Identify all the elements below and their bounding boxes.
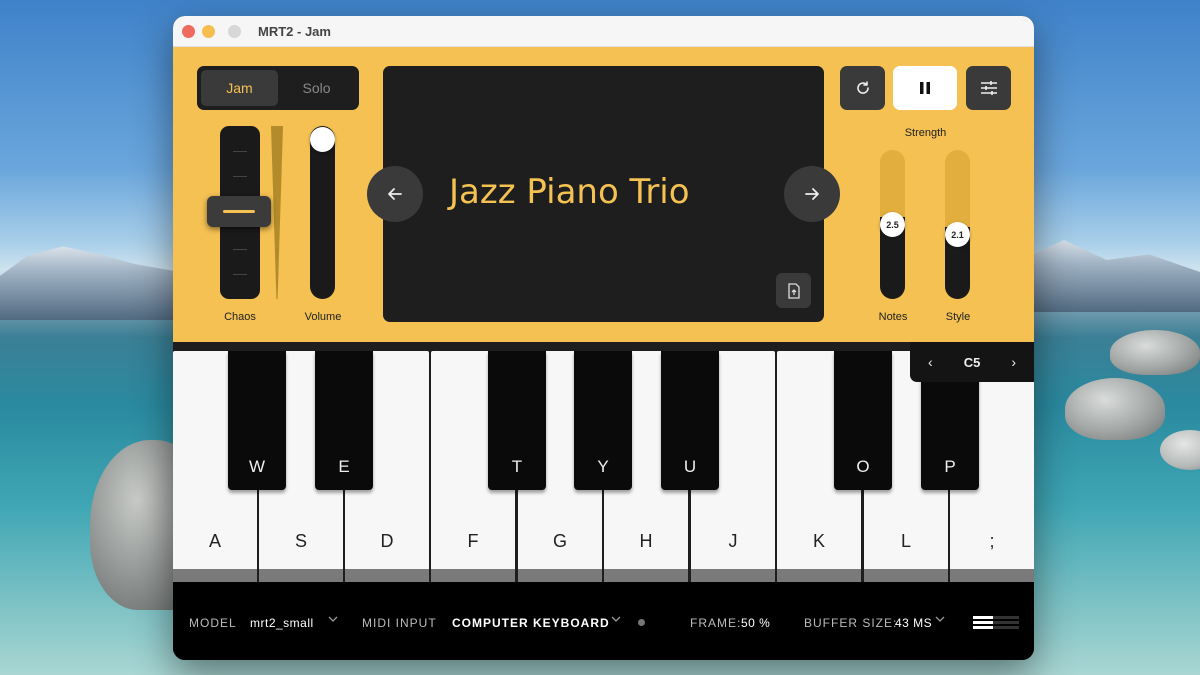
upload-file-button[interactable] bbox=[776, 273, 811, 308]
key-edge bbox=[950, 569, 1034, 582]
model-label: MODEL bbox=[189, 616, 237, 630]
key-label: K bbox=[812, 531, 825, 551]
preset-display: Jazz Piano Trio bbox=[367, 66, 840, 322]
app-window: MRT2 - Jam Jam Solo Chaos Volume Jazz Pi… bbox=[173, 16, 1034, 660]
strength-label: Strength bbox=[904, 127, 947, 139]
background-rock bbox=[1110, 330, 1200, 375]
close-window-button[interactable] bbox=[182, 25, 195, 38]
volume-label: Volume bbox=[304, 311, 342, 323]
buffer-level-meter bbox=[973, 616, 1019, 630]
background-mountains-left bbox=[0, 246, 180, 320]
style-label: Style bbox=[945, 311, 971, 323]
chaos-tick bbox=[233, 176, 247, 177]
key-edge bbox=[259, 569, 343, 582]
settings-button[interactable] bbox=[966, 66, 1011, 110]
zoom-window-button[interactable] bbox=[228, 25, 241, 38]
piano-black-key[interactable]: W bbox=[228, 351, 286, 490]
control-panel: Jam Solo Chaos Volume Jazz Piano Trio St… bbox=[173, 47, 1034, 342]
meter-fill bbox=[973, 621, 993, 624]
style-strength-knob[interactable]: 2.1 bbox=[945, 222, 970, 247]
octave-down-button[interactable]: ‹ bbox=[928, 354, 933, 370]
chevron-down-icon[interactable] bbox=[328, 613, 338, 627]
handle-grip bbox=[223, 210, 255, 213]
key-edge bbox=[345, 569, 429, 582]
notes-label: Notes bbox=[878, 311, 908, 323]
octave-label: C5 bbox=[963, 354, 981, 370]
refresh-icon bbox=[856, 81, 869, 94]
key-label: U bbox=[683, 457, 697, 476]
key-label: L bbox=[900, 531, 911, 551]
piano-black-key[interactable]: U bbox=[661, 351, 719, 490]
notes-strength-knob[interactable]: 2.5 bbox=[880, 212, 905, 237]
frame-value: 50 % bbox=[741, 616, 771, 630]
sliders-icon bbox=[980, 81, 997, 95]
chaos-slider-handle[interactable] bbox=[207, 196, 271, 227]
key-label: ; bbox=[989, 531, 995, 551]
key-label: P bbox=[944, 457, 956, 476]
key-label: S bbox=[294, 531, 307, 551]
key-label: Y bbox=[597, 457, 609, 476]
arrow-right-icon bbox=[805, 188, 819, 200]
piano-keyboard: A S D F G H J K L ; W E T Y U O P ‹ C5 › bbox=[173, 342, 1034, 582]
key-label: O bbox=[856, 457, 870, 476]
key-label: H bbox=[639, 531, 653, 551]
key-label: J bbox=[728, 531, 738, 551]
key-label: F bbox=[467, 531, 479, 551]
midi-input-select[interactable]: COMPUTER KEYBOARD bbox=[452, 616, 610, 630]
window-title: MRT2 - Jam bbox=[258, 24, 331, 39]
volume-slider-knob[interactable] bbox=[310, 127, 335, 152]
key-edge bbox=[691, 569, 775, 582]
background-rock bbox=[1065, 378, 1165, 440]
key-edge bbox=[518, 569, 602, 582]
key-edge bbox=[777, 569, 861, 582]
previous-preset-button[interactable] bbox=[367, 166, 423, 222]
meter-fill bbox=[973, 616, 993, 619]
status-bar: MODEL mrt2_small MIDI INPUT COMPUTER KEY… bbox=[173, 582, 1034, 660]
piano-black-key[interactable]: O bbox=[834, 351, 892, 490]
background-rock bbox=[1160, 430, 1200, 470]
next-preset-button[interactable] bbox=[784, 166, 840, 222]
buffer-size-label: BUFFER SIZE: bbox=[804, 616, 898, 630]
midi-status-indicator bbox=[638, 619, 645, 626]
chaos-tick bbox=[233, 274, 247, 275]
chevron-down-icon[interactable] bbox=[935, 613, 945, 627]
key-label: T bbox=[511, 457, 523, 476]
background-mountains-right bbox=[1030, 240, 1200, 312]
key-label: D bbox=[380, 531, 394, 551]
piano-black-key[interactable]: T bbox=[488, 351, 546, 490]
model-select[interactable]: mrt2_small bbox=[250, 616, 314, 630]
arrow-left-icon bbox=[388, 188, 402, 200]
key-label: A bbox=[208, 531, 221, 551]
chaos-level-indicator bbox=[271, 126, 283, 299]
mode-jam-button[interactable]: Jam bbox=[201, 70, 278, 106]
mode-toggle: Jam Solo bbox=[197, 66, 359, 110]
buffer-size-select[interactable]: 43 MS bbox=[895, 616, 932, 630]
chevron-down-icon[interactable] bbox=[611, 613, 621, 627]
frame-label: FRAME: bbox=[690, 616, 742, 630]
pause-icon bbox=[920, 82, 930, 94]
file-upload-icon bbox=[787, 282, 800, 299]
octave-up-button[interactable]: › bbox=[1011, 354, 1016, 370]
key-edge bbox=[173, 569, 257, 582]
key-edge bbox=[431, 569, 515, 582]
key-edge bbox=[604, 569, 688, 582]
piano-black-key[interactable]: E bbox=[315, 351, 373, 490]
chaos-tick bbox=[233, 151, 247, 152]
mode-solo-button[interactable]: Solo bbox=[278, 70, 355, 106]
midi-input-label: MIDI INPUT bbox=[362, 616, 437, 630]
key-edge bbox=[864, 569, 948, 582]
key-label: W bbox=[248, 457, 266, 476]
key-label: G bbox=[552, 531, 567, 551]
minimize-window-button[interactable] bbox=[202, 25, 215, 38]
key-label: E bbox=[338, 457, 350, 476]
pause-button[interactable] bbox=[893, 66, 957, 110]
chaos-label: Chaos bbox=[224, 311, 256, 323]
title-bar: MRT2 - Jam bbox=[173, 16, 1034, 47]
octave-selector: ‹ C5 › bbox=[910, 342, 1034, 382]
chaos-tick bbox=[233, 249, 247, 250]
piano-black-key[interactable]: Y bbox=[574, 351, 632, 490]
preset-name: Jazz Piano Trio bbox=[449, 172, 690, 212]
reset-button[interactable] bbox=[840, 66, 885, 110]
meter-fill bbox=[973, 626, 993, 629]
